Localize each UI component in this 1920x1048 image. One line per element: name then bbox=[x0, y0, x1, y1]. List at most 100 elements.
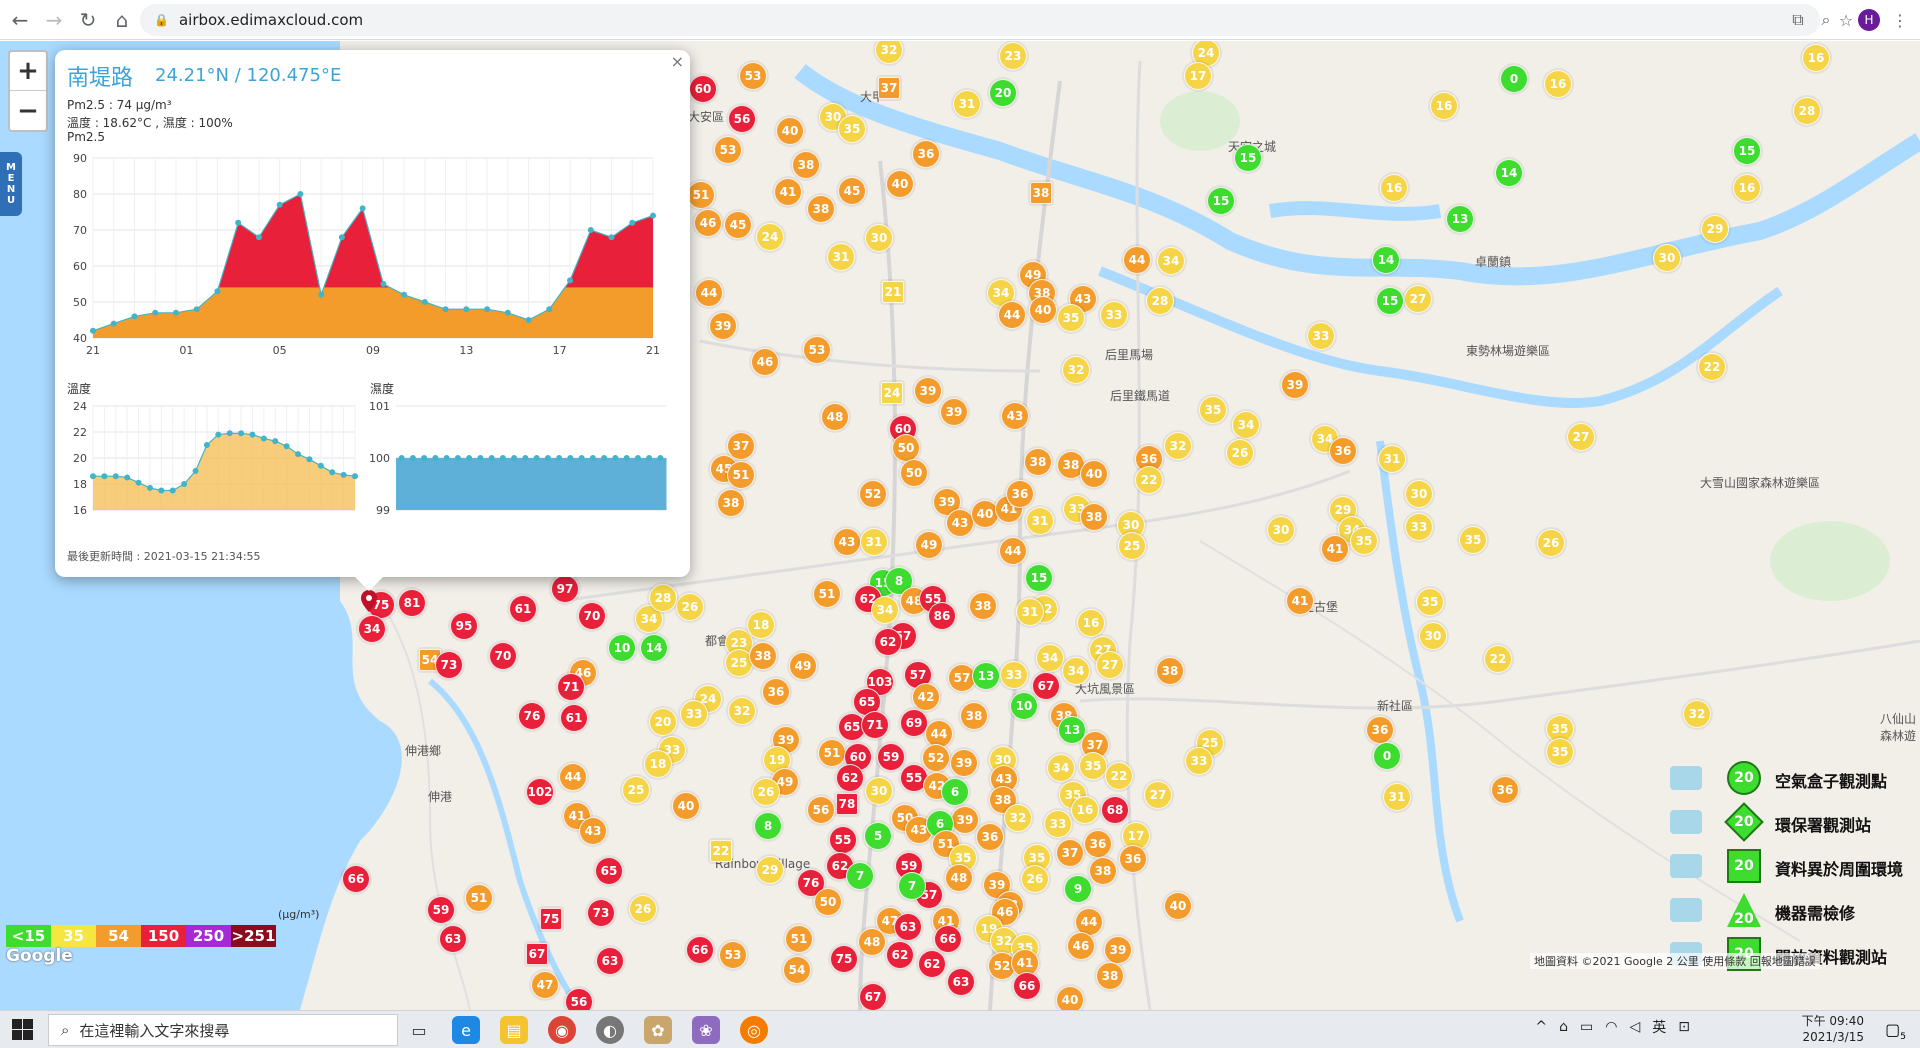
station-marker[interactable]: 38 bbox=[1096, 962, 1124, 990]
station-marker[interactable]: 29 bbox=[756, 856, 784, 884]
station-marker[interactable]: 40 bbox=[776, 117, 804, 145]
app-icon-8[interactable]: ◎ bbox=[740, 1016, 768, 1044]
station-marker[interactable]: 39 bbox=[1281, 371, 1309, 399]
station-marker[interactable]: 51 bbox=[818, 739, 846, 767]
station-marker[interactable]: 34 bbox=[1036, 644, 1064, 672]
station-marker[interactable]: 31 bbox=[1378, 445, 1406, 473]
reload-icon[interactable]: ↻ bbox=[74, 6, 102, 34]
station-marker[interactable]: 36 bbox=[1006, 480, 1034, 508]
station-marker[interactable]: 38 bbox=[1024, 448, 1052, 476]
station-marker[interactable]: 40 bbox=[1080, 460, 1108, 488]
station-marker[interactable]: 55 bbox=[829, 826, 857, 854]
station-marker[interactable]: 97 bbox=[551, 575, 579, 603]
profile-avatar[interactable]: H bbox=[1858, 9, 1880, 31]
station-marker[interactable]: 33 bbox=[1000, 661, 1028, 689]
station-marker[interactable]: 26 bbox=[1021, 865, 1049, 893]
station-marker[interactable]: 28 bbox=[649, 584, 677, 612]
station-marker[interactable]: 31 bbox=[953, 90, 981, 118]
station-marker[interactable]: 22 bbox=[1484, 645, 1512, 673]
station-marker[interactable]: 15 bbox=[1025, 564, 1053, 592]
station-marker[interactable]: 36 bbox=[976, 823, 1004, 851]
station-marker[interactable]: 26 bbox=[1537, 529, 1565, 557]
station-marker[interactable]: 33 bbox=[1100, 301, 1128, 329]
station-marker[interactable]: 37 bbox=[1056, 839, 1084, 867]
station-marker[interactable]: 16 bbox=[1802, 44, 1830, 72]
station-marker[interactable]: 22 bbox=[1135, 466, 1163, 494]
station-marker[interactable]: 40 bbox=[1164, 892, 1192, 920]
station-marker[interactable]: 35 bbox=[838, 115, 866, 143]
station-marker[interactable]: 49 bbox=[915, 531, 943, 559]
station-marker[interactable]: 39 bbox=[950, 749, 978, 777]
station-marker[interactable]: 30 bbox=[1267, 516, 1295, 544]
station-marker[interactable]: 40 bbox=[886, 170, 914, 198]
station-marker[interactable]: 35 bbox=[1459, 526, 1487, 554]
station-marker[interactable]: 41 bbox=[774, 178, 802, 206]
station-marker[interactable]: 24 bbox=[756, 223, 784, 251]
station-marker[interactable]: 71 bbox=[557, 673, 585, 701]
station-marker[interactable]: 30 bbox=[865, 224, 893, 252]
station-marker[interactable]: 38 bbox=[792, 151, 820, 179]
station-marker[interactable]: 53 bbox=[714, 136, 742, 164]
station-marker[interactable]: 22 bbox=[1105, 762, 1133, 790]
battery-icon[interactable]: ▭ bbox=[1580, 1019, 1593, 1035]
station-marker[interactable]: 32 bbox=[1164, 432, 1192, 460]
station-marker[interactable]: 46 bbox=[694, 209, 722, 237]
station-marker[interactable]: 38 bbox=[717, 489, 745, 517]
station-marker[interactable]: 25 bbox=[622, 776, 650, 804]
station-marker[interactable]: 71 bbox=[861, 711, 889, 739]
station-marker[interactable]: 51 bbox=[785, 925, 813, 953]
station-marker[interactable]: 34 bbox=[1062, 657, 1090, 685]
edge-icon[interactable]: e bbox=[452, 1016, 480, 1044]
station-marker[interactable]: 66 bbox=[342, 865, 370, 893]
station-marker[interactable]: 53 bbox=[739, 62, 767, 90]
station-marker[interactable]: 43 bbox=[1001, 402, 1029, 430]
app-icon-7[interactable]: ❀ bbox=[692, 1016, 720, 1044]
station-marker[interactable]: 36 bbox=[1119, 845, 1147, 873]
volume-icon[interactable]: ◁ bbox=[1629, 1019, 1640, 1035]
station-marker[interactable]: 36 bbox=[912, 140, 940, 168]
station-marker[interactable]: 32 bbox=[728, 697, 756, 725]
network-icon[interactable]: ⌂ bbox=[1559, 1019, 1568, 1035]
file-explorer-icon[interactable]: ▤ bbox=[500, 1016, 528, 1044]
forward-icon[interactable]: → bbox=[40, 6, 68, 34]
station-marker[interactable]: 49 bbox=[789, 652, 817, 680]
station-marker[interactable]: 32 bbox=[1004, 804, 1032, 832]
station-marker[interactable]: 63 bbox=[947, 968, 975, 996]
station-marker[interactable]: 60 bbox=[689, 75, 717, 103]
notification-icon[interactable]: ▢5 bbox=[1885, 1020, 1906, 1042]
station-marker[interactable]: 62 bbox=[918, 950, 946, 978]
station-marker[interactable]: 59 bbox=[427, 896, 455, 924]
station-marker[interactable]: 44 bbox=[999, 537, 1027, 565]
station-marker[interactable]: 102 bbox=[526, 778, 554, 806]
station-marker[interactable]: 38 bbox=[749, 642, 777, 670]
station-marker[interactable]: 38 bbox=[1089, 857, 1117, 885]
windows-start-icon[interactable] bbox=[12, 1019, 34, 1041]
station-marker[interactable]: 20 bbox=[989, 79, 1017, 107]
station-marker[interactable]: 53 bbox=[719, 941, 747, 969]
station-marker[interactable]: 41 bbox=[1286, 587, 1314, 615]
zoom-in-button[interactable]: + bbox=[10, 52, 46, 91]
station-marker[interactable]: 73 bbox=[435, 651, 463, 679]
station-marker[interactable]: 62 bbox=[886, 941, 914, 969]
station-marker[interactable]: 16 bbox=[1544, 70, 1572, 98]
station-marker[interactable]: 43 bbox=[833, 528, 861, 556]
station-marker[interactable]: 26 bbox=[629, 895, 657, 923]
back-icon[interactable]: ← bbox=[6, 6, 34, 34]
station-marker[interactable]: 15 bbox=[1376, 287, 1404, 315]
station-marker[interactable]: 18 bbox=[747, 611, 775, 639]
app-icon-5[interactable]: ◐ bbox=[596, 1016, 624, 1044]
station-marker[interactable]: 53 bbox=[803, 336, 831, 364]
chrome-icon[interactable]: ◉ bbox=[548, 1016, 576, 1044]
station-marker[interactable]: 37 bbox=[727, 432, 755, 460]
station-marker[interactable]: 31 bbox=[1383, 783, 1411, 811]
station-marker[interactable]: 35 bbox=[1416, 588, 1444, 616]
station-marker[interactable]: 39 bbox=[709, 312, 737, 340]
station-marker[interactable]: 47 bbox=[531, 971, 559, 999]
station-marker[interactable]: 16 bbox=[1071, 796, 1099, 824]
station-marker[interactable]: 52 bbox=[922, 744, 950, 772]
station-marker[interactable]: 26 bbox=[676, 593, 704, 621]
station-marker[interactable]: 32 bbox=[1683, 700, 1711, 728]
station-marker[interactable]: 27 bbox=[1567, 423, 1595, 451]
station-marker[interactable]: 35 bbox=[1199, 396, 1227, 424]
station-marker[interactable]: 27 bbox=[1144, 781, 1172, 809]
